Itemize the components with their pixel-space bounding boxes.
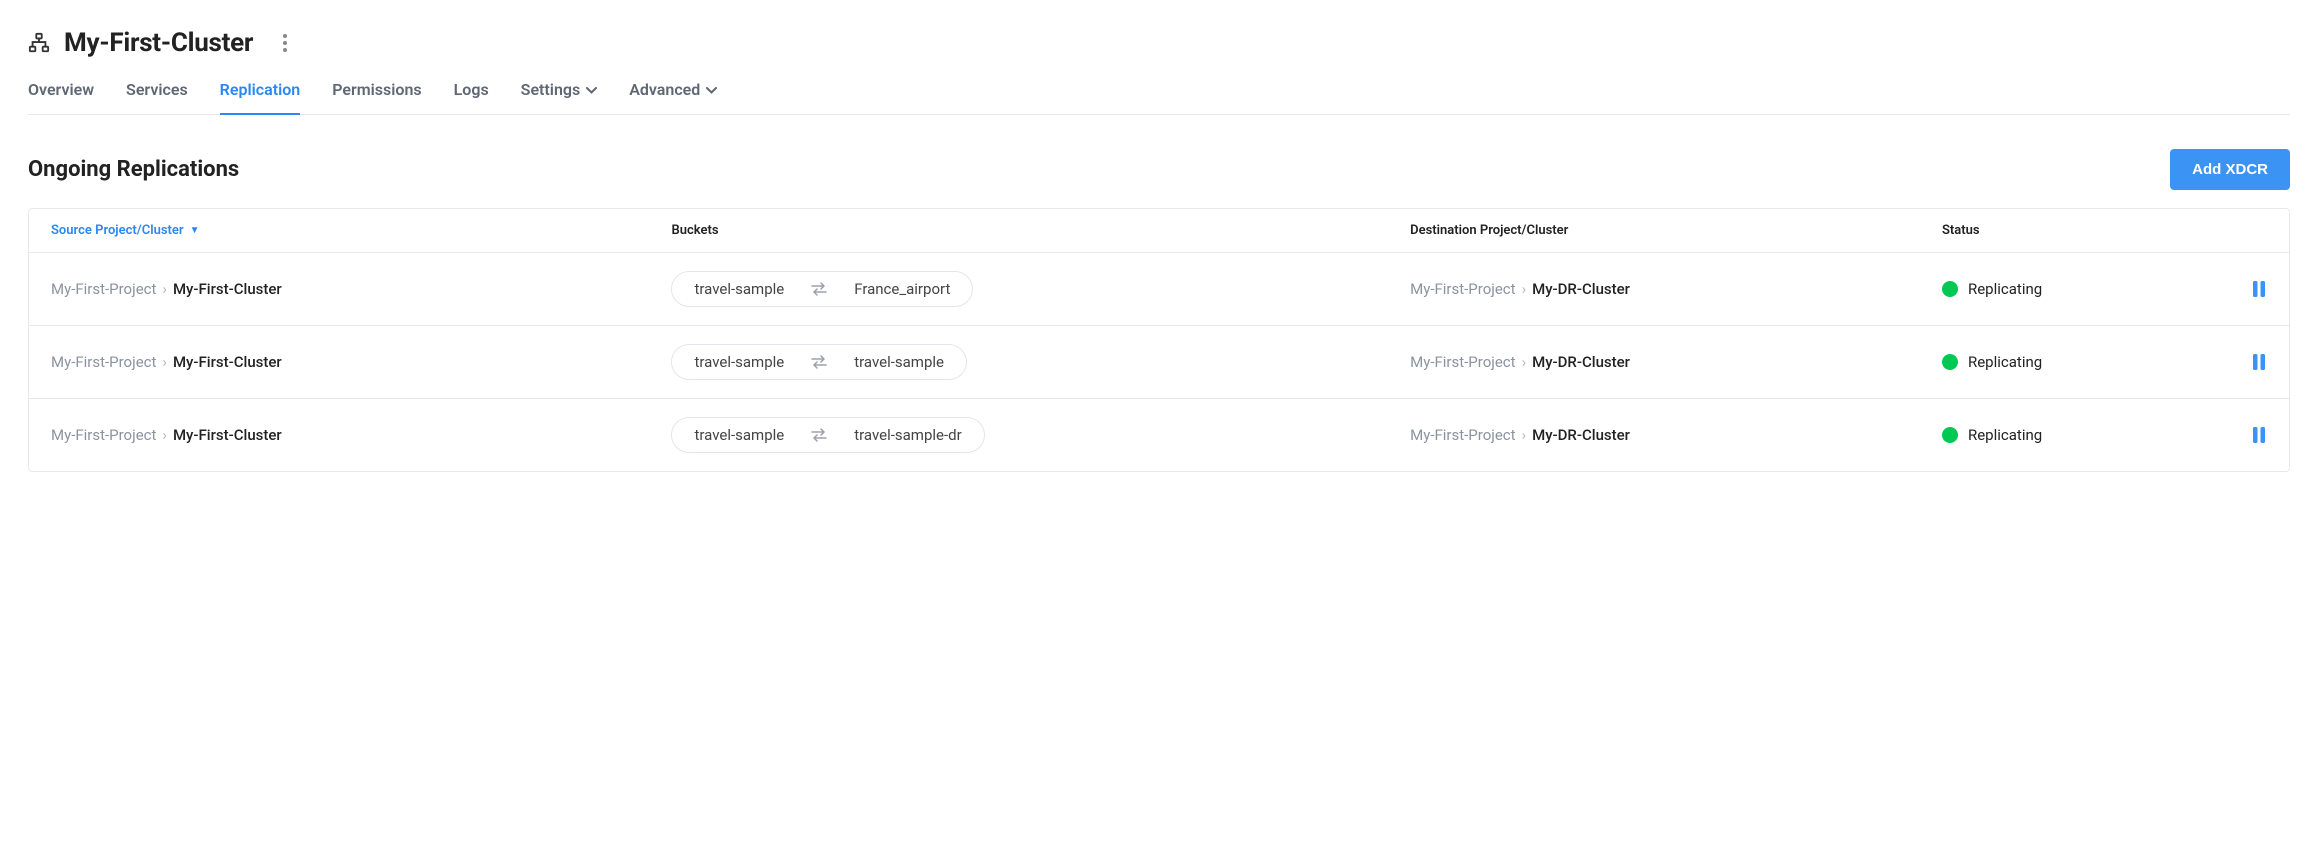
bucket-source: travel-sample xyxy=(694,353,784,371)
add-xdcr-button[interactable]: Add XDCR xyxy=(2170,149,2290,190)
source-path: My-First-Project › My-First-Cluster xyxy=(51,280,671,298)
tab-settings[interactable]: Settings xyxy=(521,80,598,115)
bucket-pill: travel-sample travel-sample-dr xyxy=(671,417,984,453)
breadcrumb-separator-icon: › xyxy=(1522,353,1527,371)
status-indicator-icon xyxy=(1942,281,1958,297)
column-header-buckets: Buckets xyxy=(671,223,1410,238)
destination-path: My-First-Project › My-DR-Cluster xyxy=(1410,280,1942,298)
section-header: Ongoing Replications Add XDCR xyxy=(28,149,2290,190)
swap-horizontal-icon xyxy=(810,428,828,442)
destination-cluster: My-DR-Cluster xyxy=(1532,353,1630,371)
tab-permissions[interactable]: Permissions xyxy=(332,80,421,115)
buckets-cell: travel-sample France_airport xyxy=(671,271,1410,307)
bucket-pill: travel-sample travel-sample xyxy=(671,344,967,380)
breadcrumb-separator-icon: › xyxy=(1522,426,1527,444)
destination-path: My-First-Project › My-DR-Cluster xyxy=(1410,426,1942,444)
breadcrumb-separator-icon: › xyxy=(162,353,167,371)
status-text: Replicating xyxy=(1968,426,2042,444)
table-row: My-First-Project › My-First-Cluster travel-… xyxy=(29,253,2289,326)
swap-horizontal-icon xyxy=(810,282,828,296)
destination-path: My-First-Project › My-DR-Cluster xyxy=(1410,353,1942,371)
buckets-cell: travel-sample travel-sample-dr xyxy=(671,417,1410,453)
bucket-source: travel-sample xyxy=(694,280,784,298)
source-path: My-First-Project › My-First-Cluster xyxy=(51,426,671,444)
tab-bar: Overview Services Replication Permissions Lo… xyxy=(28,80,2290,115)
cluster-icon xyxy=(28,32,50,54)
destination-cluster: My-DR-Cluster xyxy=(1532,426,1630,444)
table-row: My-First-Project › My-First-Cluster travel-… xyxy=(29,326,2289,399)
source-project: My-First-Project xyxy=(51,426,156,444)
chevron-down-icon xyxy=(706,83,717,97)
source-cluster: My-First-Cluster xyxy=(173,280,282,298)
tab-advanced[interactable]: Advanced xyxy=(629,80,717,115)
replications-table: Source Project/Cluster ▼ Buckets Destina… xyxy=(28,208,2290,472)
destination-cluster: My-DR-Cluster xyxy=(1532,280,1630,298)
source-cluster: My-First-Cluster xyxy=(173,353,282,371)
column-header-source[interactable]: Source Project/Cluster ▼ xyxy=(51,223,671,238)
tab-replication[interactable]: Replication xyxy=(220,80,301,115)
column-header-label: Source Project/Cluster xyxy=(51,223,184,238)
source-project: My-First-Project xyxy=(51,353,156,371)
more-menu-button[interactable] xyxy=(273,31,297,55)
destination-project: My-First-Project xyxy=(1410,426,1515,444)
status-cell: Replicating xyxy=(1942,426,2267,444)
page-title: My-First-Cluster xyxy=(64,28,253,58)
swap-horizontal-icon xyxy=(810,355,828,369)
bucket-destination: travel-sample-dr xyxy=(854,426,961,444)
bucket-destination: travel-sample xyxy=(854,353,944,371)
section-title: Ongoing Replications xyxy=(28,157,239,182)
tab-overview[interactable]: Overview xyxy=(28,80,94,115)
source-path: My-First-Project › My-First-Cluster xyxy=(51,353,671,371)
destination-project: My-First-Project xyxy=(1410,353,1515,371)
pause-button[interactable] xyxy=(2251,353,2267,371)
sort-caret-down-icon: ▼ xyxy=(190,225,200,236)
tab-services[interactable]: Services xyxy=(126,80,188,115)
page-header: My-First-Cluster xyxy=(28,28,2290,58)
status-indicator-icon xyxy=(1942,427,1958,443)
column-header-destination: Destination Project/Cluster xyxy=(1410,223,1942,238)
destination-project: My-First-Project xyxy=(1410,280,1515,298)
breadcrumb-separator-icon: › xyxy=(162,426,167,444)
chevron-down-icon xyxy=(586,83,597,97)
breadcrumb-separator-icon: › xyxy=(162,280,167,298)
table-row: My-First-Project › My-First-Cluster travel-… xyxy=(29,399,2289,471)
pause-button[interactable] xyxy=(2251,280,2267,298)
status-cell: Replicating xyxy=(1942,353,2267,371)
bucket-destination: France_airport xyxy=(854,280,950,298)
table-header: Source Project/Cluster ▼ Buckets Destina… xyxy=(29,209,2289,253)
status-text: Replicating xyxy=(1968,280,2042,298)
column-header-status: Status xyxy=(1942,223,2267,238)
bucket-source: travel-sample xyxy=(694,426,784,444)
status-text: Replicating xyxy=(1968,353,2042,371)
status-cell: Replicating xyxy=(1942,280,2267,298)
status-indicator-icon xyxy=(1942,354,1958,370)
table-body: My-First-Project › My-First-Cluster travel-… xyxy=(29,253,2289,471)
pause-button[interactable] xyxy=(2251,426,2267,444)
source-cluster: My-First-Cluster xyxy=(173,426,282,444)
source-project: My-First-Project xyxy=(51,280,156,298)
more-vertical-icon xyxy=(283,34,287,52)
bucket-pill: travel-sample France_airport xyxy=(671,271,973,307)
buckets-cell: travel-sample travel-sample xyxy=(671,344,1410,380)
breadcrumb-separator-icon: › xyxy=(1522,280,1527,298)
tab-logs[interactable]: Logs xyxy=(454,80,489,115)
